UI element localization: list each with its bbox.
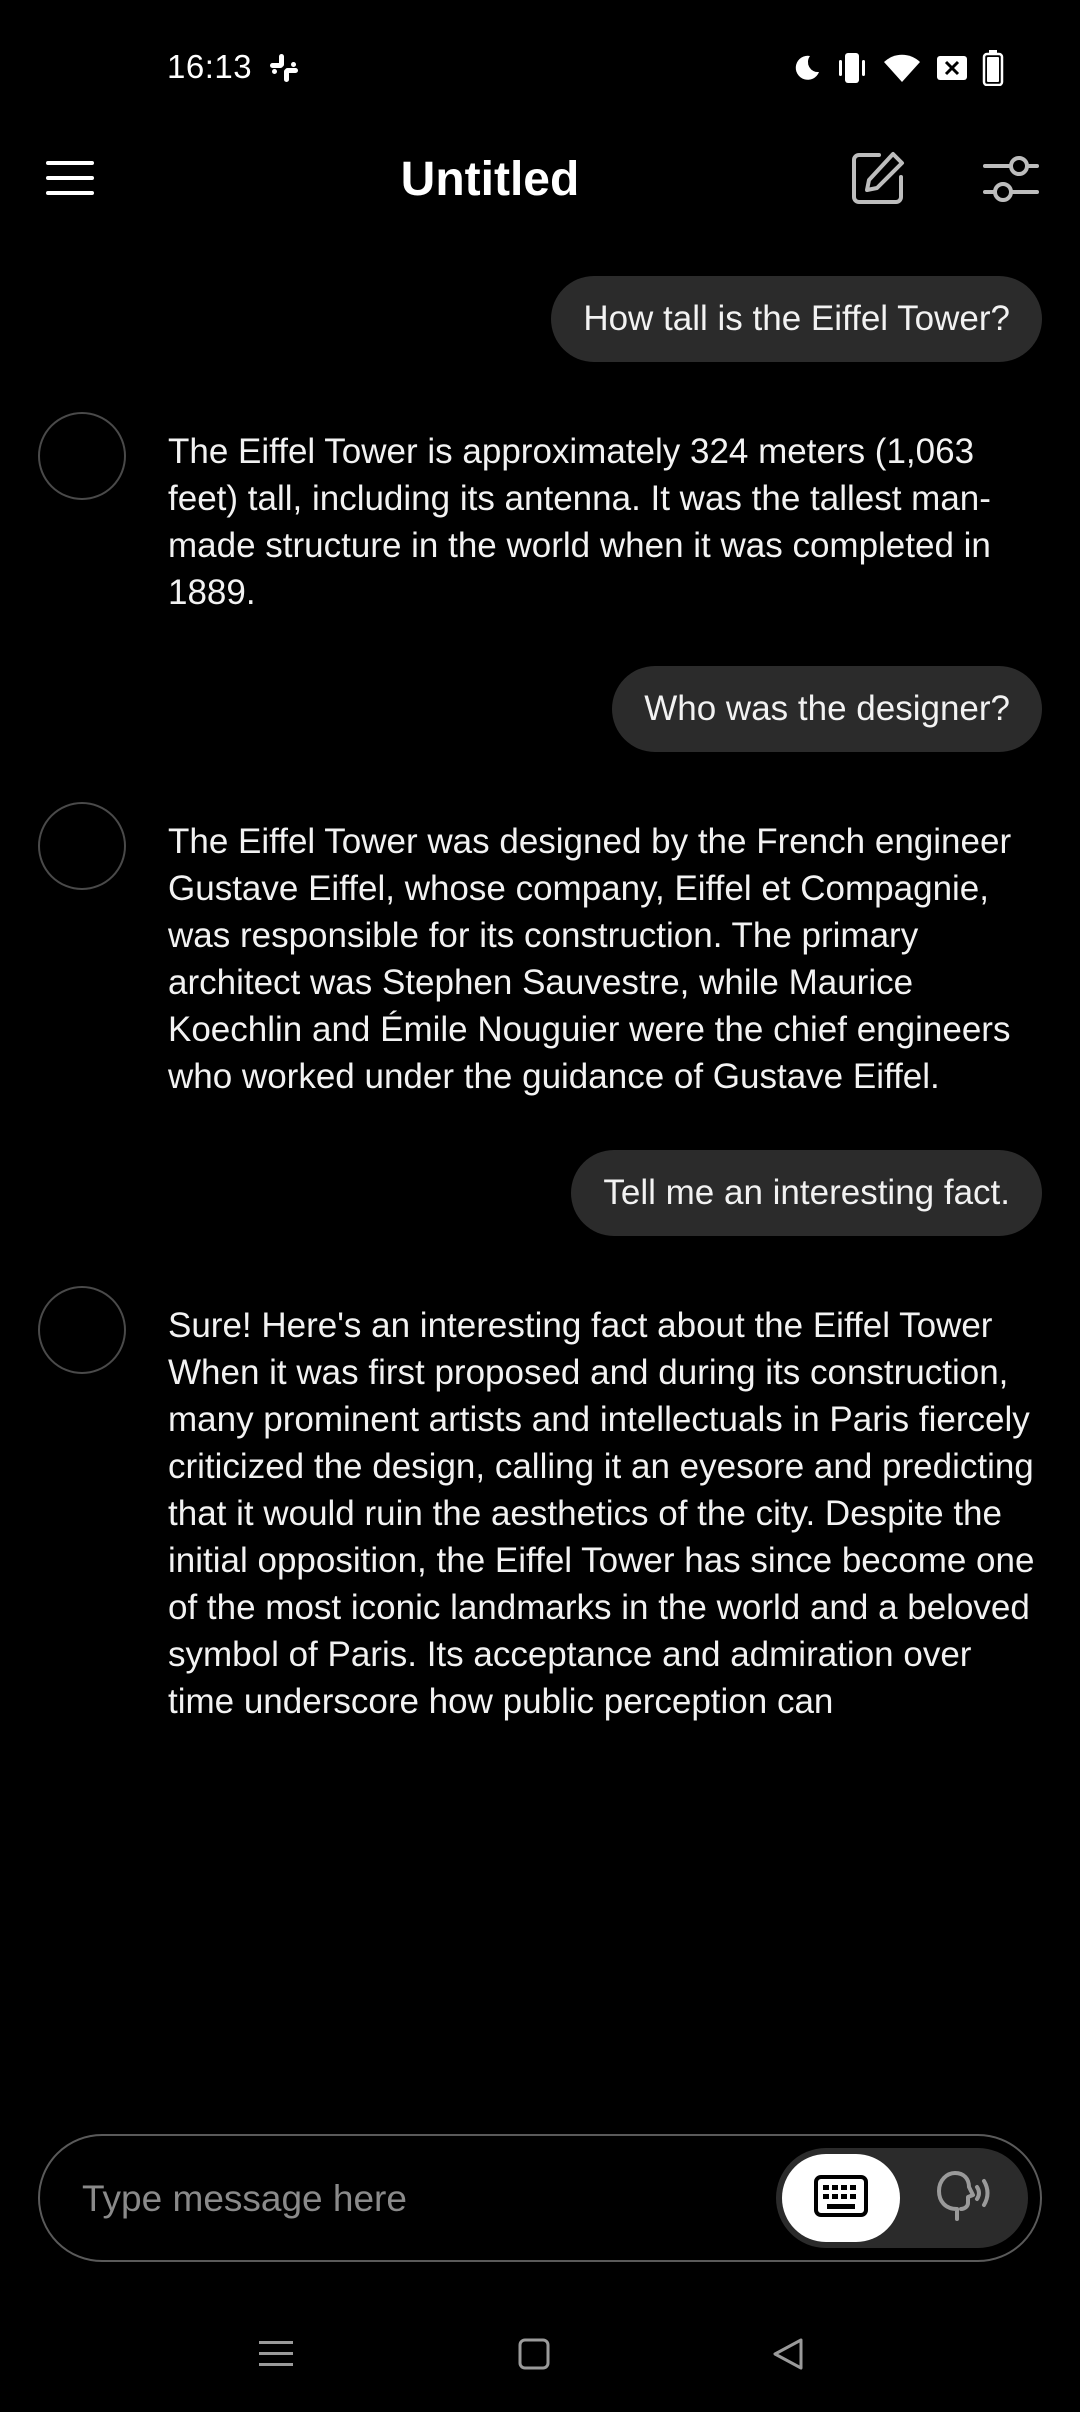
battery-icon xyxy=(982,50,1004,86)
no-sim-icon xyxy=(936,54,968,82)
user-bubble: Tell me an interesting fact. xyxy=(571,1150,1042,1236)
vibrate-icon xyxy=(836,51,868,85)
status-icons xyxy=(792,48,1004,88)
back-icon xyxy=(771,2337,805,2376)
assistant-avatar xyxy=(38,412,126,500)
message-composer xyxy=(38,2134,1042,2262)
assistant-avatar xyxy=(38,1286,126,1374)
keyboard-mode-button[interactable] xyxy=(782,2154,900,2242)
recents-icon xyxy=(259,2339,293,2374)
home-button[interactable] xyxy=(504,2336,564,2376)
chat-thread: How tall is the Eiffel Tower? The Eiffel… xyxy=(0,274,1080,1725)
recents-button[interactable] xyxy=(246,2336,306,2376)
slack-icon xyxy=(268,52,300,84)
voice-mode-button[interactable] xyxy=(912,2154,1012,2242)
assistant-message: The Eiffel Tower was designed by the Fre… xyxy=(0,802,1080,1100)
back-button[interactable] xyxy=(758,2336,818,2376)
status-bar: 16:13 xyxy=(0,0,1080,140)
home-icon xyxy=(517,2337,551,2376)
assistant-text: The Eiffel Tower is approximately 324 me… xyxy=(168,432,991,612)
user-bubble: Who was the designer? xyxy=(612,666,1042,752)
assistant-text: The Eiffel Tower was designed by the Fre… xyxy=(168,822,1012,1096)
new-chat-button[interactable] xyxy=(846,148,910,212)
keyboard-icon xyxy=(813,2174,869,2223)
voice-icon xyxy=(931,2169,993,2228)
assistant-message: Sure! Here's an interesting fact about t… xyxy=(0,1286,1080,1725)
assistant-text: Sure! Here's an interesting fact about t… xyxy=(168,1306,1035,1721)
input-mode-toggle xyxy=(776,2148,1028,2248)
user-message: How tall is the Eiffel Tower? xyxy=(0,276,1080,362)
sliders-icon xyxy=(983,154,1039,209)
message-input[interactable] xyxy=(80,2136,784,2262)
moon-icon xyxy=(792,53,822,83)
assistant-avatar xyxy=(38,802,126,890)
assistant-message: The Eiffel Tower is approximately 324 me… xyxy=(0,412,1080,616)
user-message: Who was the designer? xyxy=(0,666,1080,752)
edit-icon xyxy=(849,149,907,212)
user-message: Tell me an interesting fact. xyxy=(0,1150,1080,1236)
wifi-icon xyxy=(882,52,922,84)
status-time: 16:13 xyxy=(167,48,253,85)
user-bubble: How tall is the Eiffel Tower? xyxy=(551,276,1042,362)
settings-button[interactable] xyxy=(978,150,1044,212)
page-title: Untitled xyxy=(400,153,580,206)
